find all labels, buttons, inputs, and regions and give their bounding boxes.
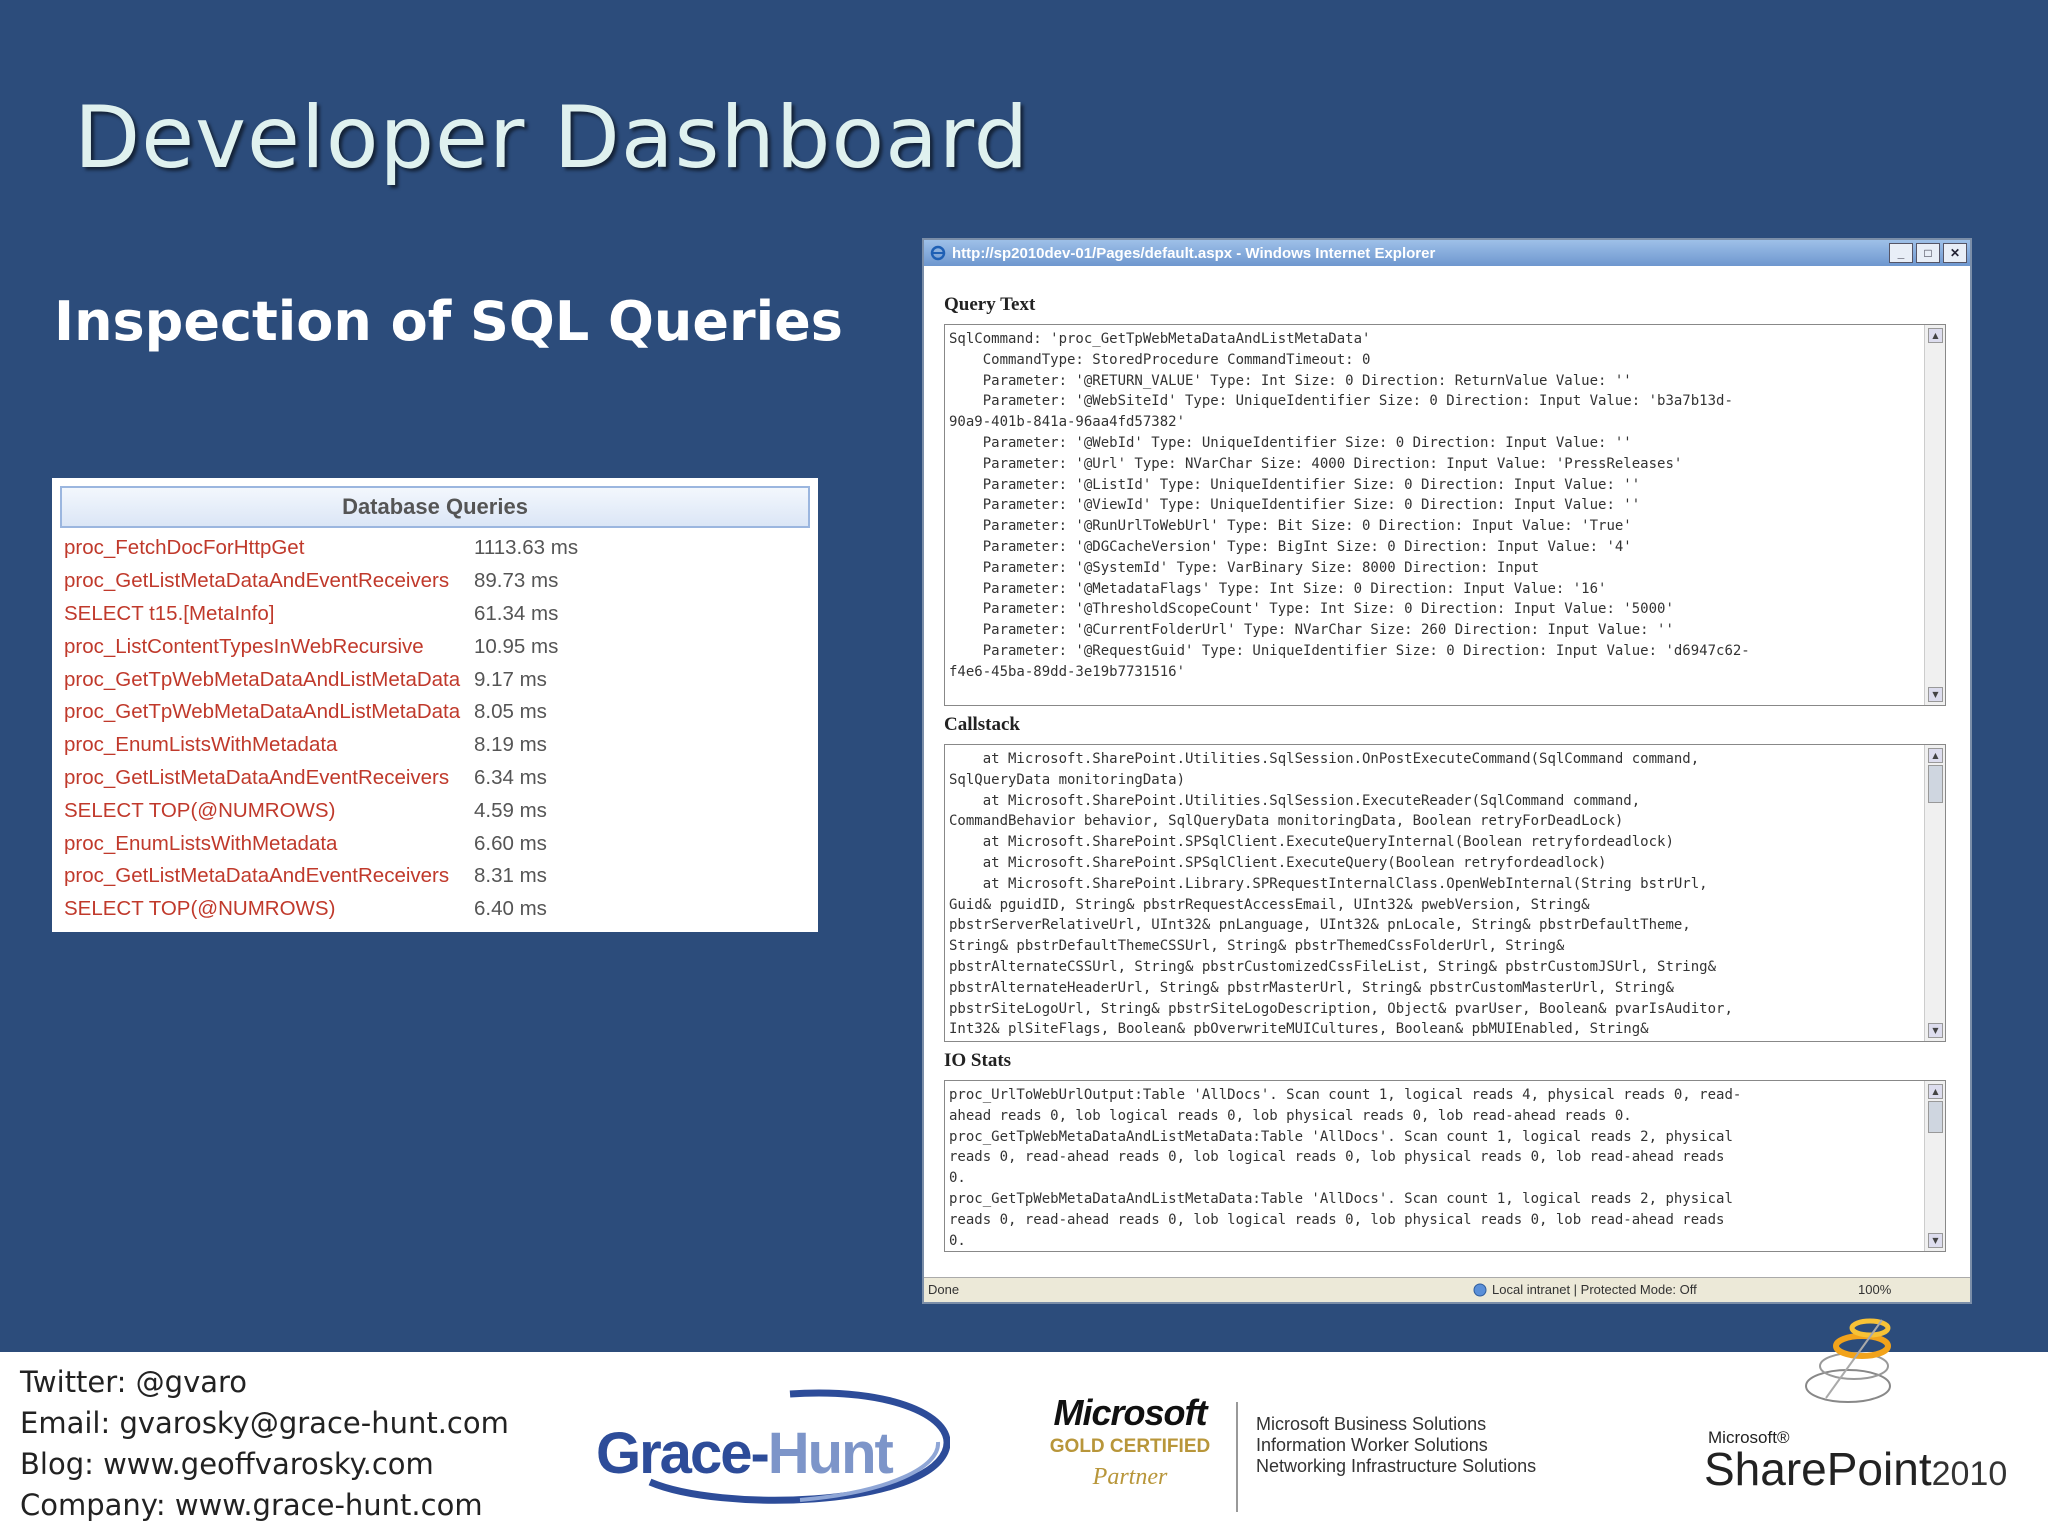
close-button[interactable]: ✕ [1943,243,1967,263]
globe-icon [1473,1283,1487,1296]
query-time: 6.34 ms [474,765,547,789]
browser-window: http://sp2010dev-01/Pages/default.aspx -… [922,238,1972,1304]
microsoft-solutions-list: Microsoft Business Solutions Information… [1256,1414,1536,1477]
grace-hunt-logo-dash: - [750,1421,769,1486]
query-text-content: SqlCommand: 'proc_GetTpWebMetaDataAndLis… [949,331,1750,680]
io-stats-content: proc_UrlToWebUrlOutput:Table 'AllDocs'. … [949,1087,1742,1249]
grace-hunt-logo-hunt: Hunt [767,1421,894,1486]
query-row: proc_GetTpWebMetaDataAndListMetaData 9.17… [60,663,810,696]
scroll-down-icon[interactable]: ▼ [1928,687,1943,702]
sharepoint-year: 2010 [1931,1455,2008,1493]
callstack-content: at Microsoft.SharePoint.Utilities.SqlSes… [949,751,1733,1038]
status-bar: Done Local intranet | Protected Mode: Of… [924,1277,1970,1302]
browser-titlebar[interactable]: http://sp2010dev-01/Pages/default.aspx -… [924,240,1970,266]
query-time: 1113.63 ms [474,536,579,560]
scroll-thumb[interactable] [1928,1101,1943,1133]
database-queries-list: proc_FetchDocForHttpGet 1113.63 ms proc_G… [60,532,810,926]
microsoft-wordmark: Microsoft [1053,1392,1208,1433]
query-row: SELECT TOP(@NUMROWS) 4.59 ms [60,794,810,827]
sharepoint-logo: Microsoft® SharePoint2010 [1700,1318,2030,1532]
microsoft-partner-logo: Microsoft GOLD CERTIFIED Partner [1040,1392,1220,1491]
gold-certified-text: GOLD CERTIFIED [1049,1436,1211,1457]
scroll-up-icon[interactable]: ▲ [1928,1084,1943,1099]
scroll-down-icon[interactable]: ▼ [1928,1233,1943,1248]
query-link[interactable]: proc_GetTpWebMetaDataAndListMetaData [60,700,474,724]
query-row: proc_EnumListsWithMetadata 8.19 ms [60,729,810,762]
minimize-button[interactable]: _ [1889,243,1913,263]
io-stats-box[interactable]: proc_UrlToWebUrlOutput:Table 'AllDocs'. … [944,1080,1946,1252]
query-row: proc_EnumListsWithMetadata 6.60 ms [60,827,810,860]
query-link[interactable]: SELECT TOP(@NUMROWS) [60,799,474,823]
partner-text: Partner [1092,1464,1168,1490]
contact-blog: Blog: www.geoffvarosky.com [20,1447,434,1481]
query-link[interactable]: SELECT t15.[MetaInfo] [60,602,474,626]
zoom-level[interactable]: 100% [1858,1282,1891,1297]
query-row: SELECT TOP(@NUMROWS) 6.40 ms [60,893,810,926]
query-time: 8.05 ms [474,700,547,724]
query-time: 8.31 ms [474,864,547,888]
query-time: 4.59 ms [474,798,547,822]
io-stats-scrollbar[interactable]: ▲ ▼ [1924,1081,1945,1251]
query-row: proc_GetListMetaDataAndEventReceivers 89.… [60,565,810,598]
database-queries-panel: Database Queries proc_FetchDocForHttpGet… [52,478,818,932]
security-zone-label: Local intranet | Protected Mode: Off [1492,1282,1697,1297]
query-text-label: Query Text [944,294,1036,315]
contact-twitter: Twitter: @gvaro [20,1365,248,1399]
callstack-label: Callstack [944,714,1020,735]
query-link[interactable]: proc_EnumListsWithMetadata [60,832,474,856]
solution-item: Information Worker Solutions [1256,1435,1488,1455]
sharepoint-name: SharePoint [1704,1443,1932,1495]
scroll-up-icon[interactable]: ▲ [1928,748,1943,763]
sharepoint-swirl-icon [1805,1318,1891,1403]
query-link[interactable]: proc_EnumListsWithMetadata [60,733,474,757]
logo-divider [1236,1402,1238,1512]
security-zone[interactable]: Local intranet | Protected Mode: Off [1472,1282,1697,1297]
callstack-scrollbar[interactable]: ▲ ▼ [1924,745,1945,1041]
query-text-scrollbar[interactable]: ▲ ▼ [1924,325,1945,705]
query-time: 89.73 ms [474,569,559,593]
browser-title: http://sp2010dev-01/Pages/default.aspx -… [952,244,1436,262]
query-link[interactable]: proc_FetchDocForHttpGet [60,536,474,560]
callstack-box[interactable]: at Microsoft.SharePoint.Utilities.SqlSes… [944,744,1946,1042]
scroll-thumb[interactable] [1928,765,1943,803]
query-link[interactable]: proc_GetListMetaDataAndEventReceivers [60,569,474,593]
io-stats-label: IO Stats [944,1050,1012,1071]
query-row: proc_GetTpWebMetaDataAndListMetaData 8.05… [60,696,810,729]
query-row: proc_FetchDocForHttpGet 1113.63 ms [60,532,810,565]
slide-subtitle: Inspection of SQL Queries [54,290,843,353]
scroll-up-icon[interactable]: ▲ [1928,328,1943,343]
slide-title: Developer Dashboard [74,88,1030,188]
query-row: proc_ListContentTypesInWebRecursive 10.95… [60,630,810,663]
query-time: 10.95 ms [474,634,559,658]
query-row: SELECT t15.[MetaInfo] 61.34 ms [60,598,810,631]
query-link[interactable]: proc_ListContentTypesInWebRecursive [60,635,474,659]
query-link[interactable]: proc_GetListMetaDataAndEventReceivers [60,766,474,790]
query-row: proc_GetListMetaDataAndEventReceivers 6.3… [60,762,810,795]
status-text: Done [928,1282,960,1297]
query-text-box[interactable]: SqlCommand: 'proc_GetTpWebMetaDataAndLis… [944,324,1946,706]
contact-company: Company: www.grace-hunt.com [20,1488,483,1522]
query-time: 6.60 ms [474,831,547,855]
ie-icon [930,245,946,261]
query-row: proc_GetListMetaDataAndEventReceivers 8.3… [60,860,810,893]
scroll-down-icon[interactable]: ▼ [1928,1023,1943,1038]
query-time: 6.40 ms [474,897,547,921]
maximize-button[interactable]: □ [1916,243,1940,263]
database-queries-header: Database Queries [60,486,810,528]
solution-item: Networking Infrastructure Solutions [1256,1456,1537,1476]
query-time: 61.34 ms [474,601,559,625]
contact-email: Email: gvarosky@grace-hunt.com [20,1406,509,1440]
query-link[interactable]: proc_GetListMetaDataAndEventReceivers [60,864,474,888]
footer: Twitter: @gvaro Email: gvarosky@grace-hu… [0,1318,2048,1536]
grace-hunt-logo: Grace-Hunt [590,1382,950,1512]
query-time: 8.19 ms [474,733,547,757]
query-link[interactable]: SELECT TOP(@NUMROWS) [60,897,474,921]
solution-item: Microsoft Business Solutions [1256,1414,1487,1434]
query-time: 9.17 ms [474,667,547,691]
contact-info: Twitter: @gvaro Email: gvarosky@grace-hu… [20,1362,509,1526]
grace-hunt-logo-grace: Grace [596,1421,752,1486]
query-link[interactable]: proc_GetTpWebMetaDataAndListMetaData [60,668,474,692]
